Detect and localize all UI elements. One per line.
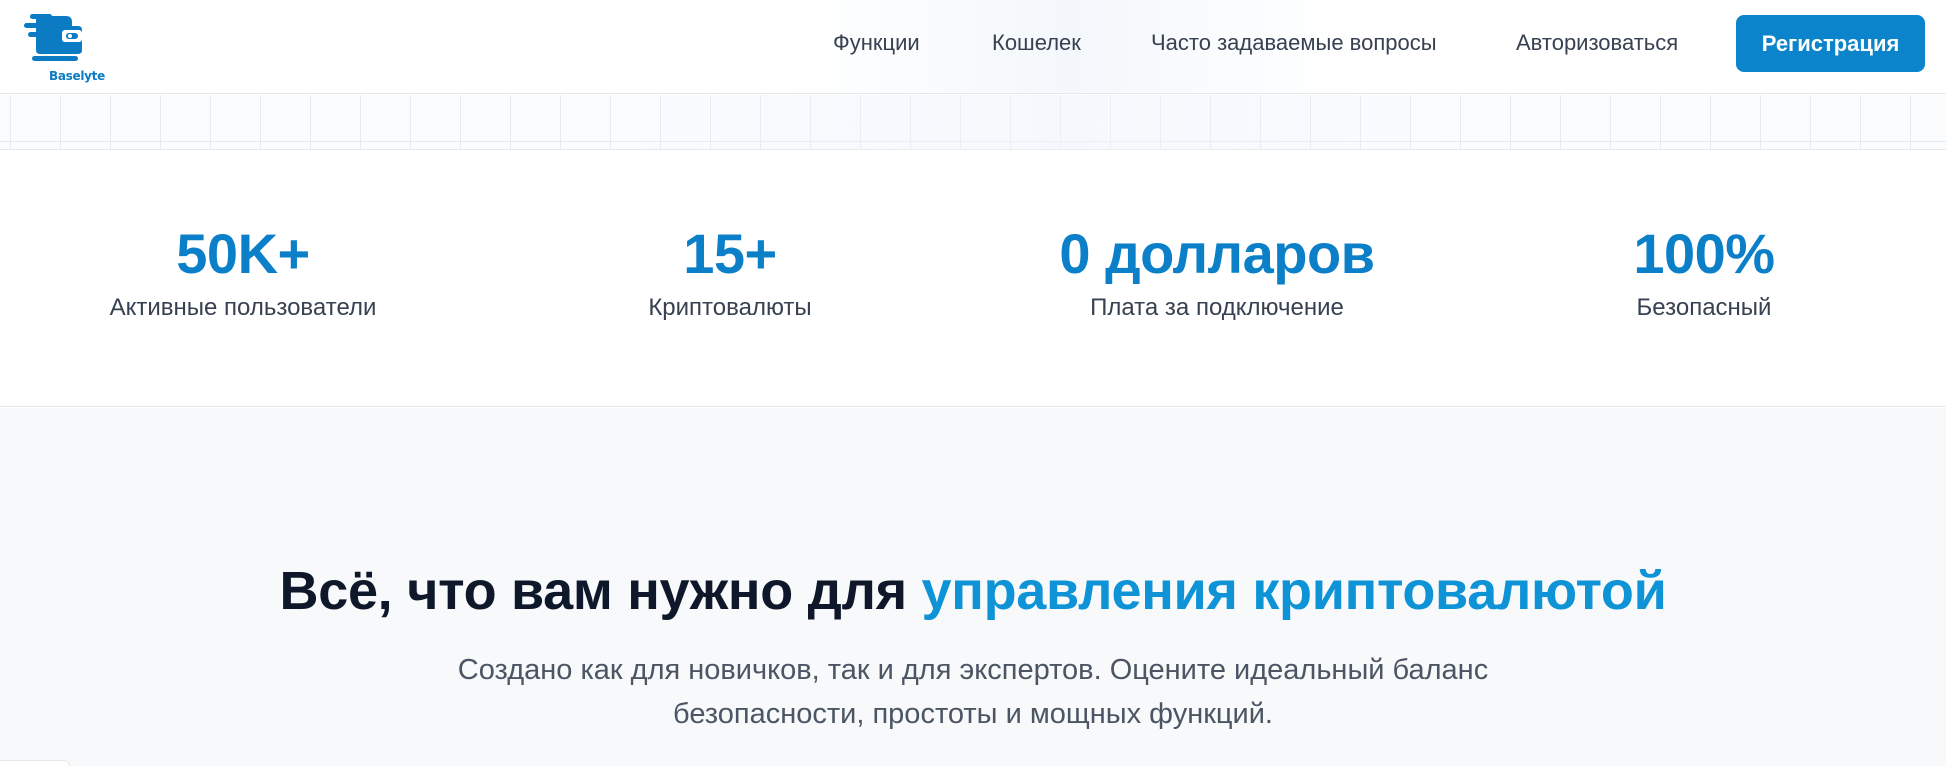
stat-value: 50K+	[176, 222, 310, 285]
stat-cryptocurrencies: 15+ Криптовалюты	[500, 226, 960, 322]
features-heading-main: Всё, что вам нужно для	[279, 561, 922, 621]
nav-link-faq[interactable]: Часто задаваемые вопросы	[1151, 30, 1437, 56]
decorative-grid	[0, 95, 1946, 150]
page: Baselyte Функции Кошелек Часто задаваемы…	[0, 0, 1946, 766]
features-heading: Всё, что вам нужно для управления крипто…	[0, 560, 1946, 622]
nav-link-login[interactable]: Авторизоваться	[1516, 30, 1678, 56]
stat-value: 15+	[683, 222, 777, 285]
features-subtitle-line-1: Создано как для новичков, так и для эксп…	[457, 654, 1489, 686]
stat-connection-fee: 0 долларов Плата за подключение	[987, 226, 1447, 322]
nav-link-features[interactable]: Функции	[833, 30, 920, 56]
stat-value: 0 долларов	[1059, 222, 1375, 285]
signup-button[interactable]: Регистрация	[1736, 15, 1925, 72]
features-subtitle: Создано как для новичков, так и для эксп…	[373, 648, 1573, 736]
features-subtitle-line-2: безопасности, простоты и мощных функций.	[673, 698, 1273, 730]
stat-value: 100%	[1633, 222, 1775, 285]
wallet-logo-icon	[24, 14, 82, 61]
stat-label: Плата за подключение	[1090, 294, 1344, 321]
stat-active-users: 50K+ Активные пользователи	[13, 226, 473, 322]
logo[interactable]: Baselyte	[22, 10, 105, 83]
site-header: Baselyte Функции Кошелек Часто задаваемы…	[0, 0, 1946, 94]
stat-label: Активные пользователи	[109, 294, 377, 321]
stat-label: Безопасный	[1636, 294, 1772, 321]
logo-wordmark: Baselyte	[49, 69, 105, 83]
partial-card	[0, 760, 70, 766]
stat-security: 100% Безопасный	[1474, 226, 1934, 322]
features-section: Всё, что вам нужно для управления крипто…	[0, 408, 1946, 766]
features-heading-accent: управления криптовалютой	[921, 561, 1667, 621]
stats-section: 50K+ Активные пользователи 15+ Криптовал…	[0, 151, 1946, 407]
stat-label: Криптовалюты	[648, 294, 812, 321]
nav-link-wallet[interactable]: Кошелек	[992, 30, 1081, 56]
